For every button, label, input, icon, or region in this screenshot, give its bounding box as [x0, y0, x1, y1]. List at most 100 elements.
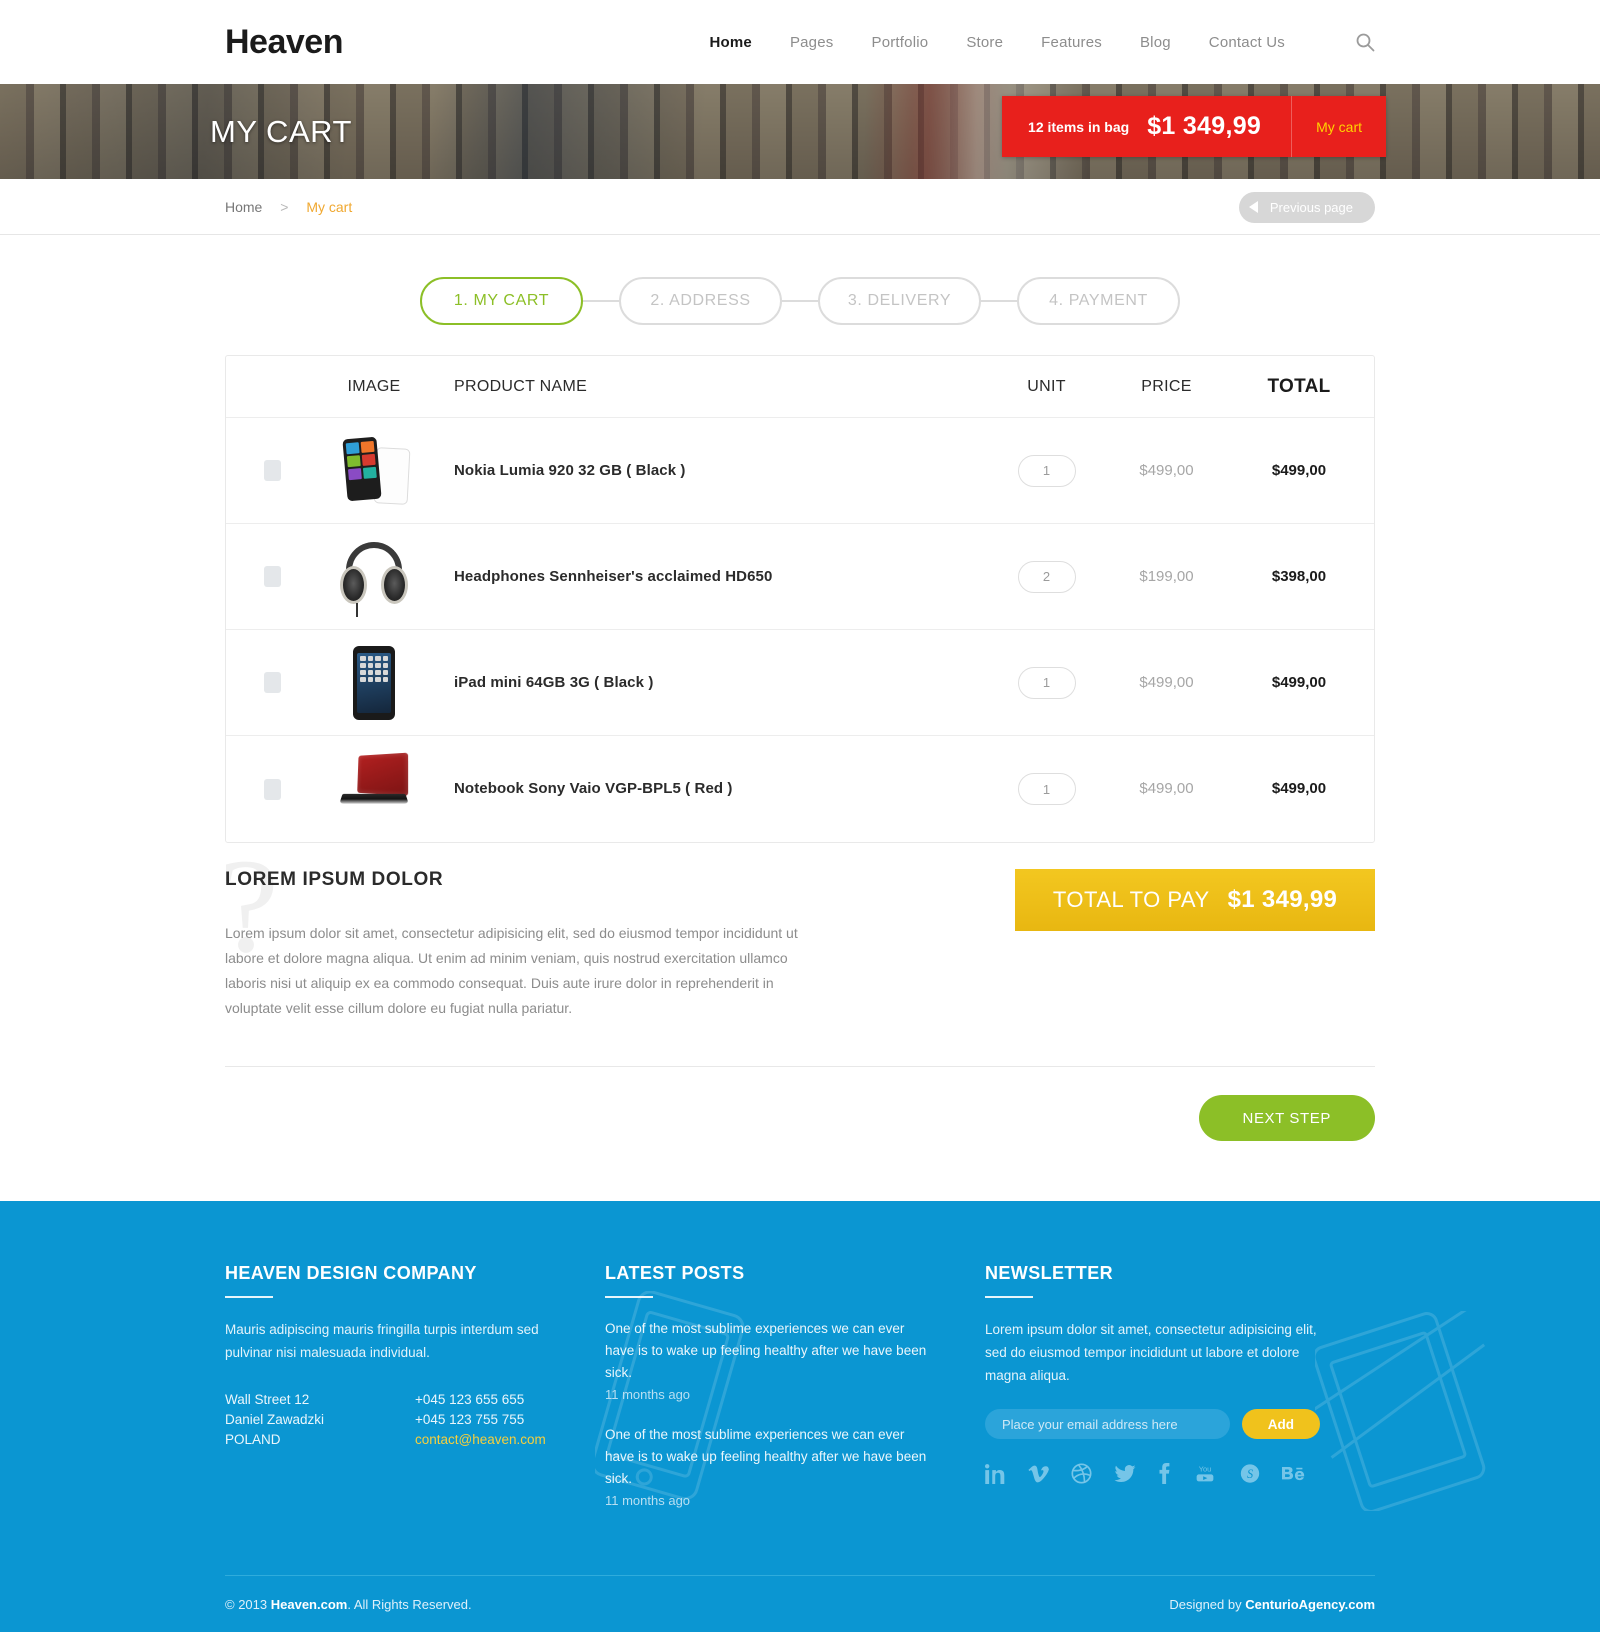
product-name: iPad mini 64GB 3G ( Black ): [454, 673, 654, 691]
header-price: PRICE: [1141, 377, 1192, 395]
designer-brand-link[interactable]: CenturioAgency.com: [1245, 1597, 1375, 1612]
heading-underline: [605, 1296, 653, 1298]
youtube-icon[interactable]: You: [1192, 1463, 1218, 1484]
copyright-prefix: © 2013: [225, 1596, 271, 1612]
header-product-name: PRODUCT NAME: [454, 377, 588, 395]
breadcrumb-current: My cart: [306, 199, 353, 215]
main-navigation: Home Pages Portfolio Store Features Blog…: [709, 32, 1375, 52]
quantity-stepper[interactable]: 2: [1017, 560, 1076, 593]
header-total: TOTAL: [1267, 375, 1331, 397]
address-line-3: POLAND: [225, 1432, 281, 1447]
step-connector: [782, 300, 818, 302]
footer-newsletter-column: NEWSLETTER Lorem ipsum dolor sit amet, c…: [985, 1263, 1375, 1530]
step-address[interactable]: 2. ADDRESS: [619, 277, 782, 325]
linkedin-icon[interactable]: [985, 1463, 1006, 1484]
breadcrumb-separator: >: [280, 199, 289, 215]
footer-company-text: Mauris adipiscing mauris fringilla turpi…: [225, 1322, 539, 1360]
facebook-icon[interactable]: [1158, 1463, 1171, 1484]
dribbble-icon[interactable]: [1071, 1463, 1092, 1484]
cart-items-count: 12 items in bag: [1028, 118, 1130, 135]
cart-table: IMAGE PRODUCT NAME UNIT PRICE TOTAL Noki…: [225, 355, 1375, 843]
ipad-mini-thumb: [337, 644, 411, 722]
social-links: You S: [985, 1463, 1320, 1484]
phone-1: +045 123 655 655: [415, 1392, 525, 1407]
site-logo[interactable]: Heaven: [225, 23, 343, 62]
copyright-text: © 2013 Heaven.com. All Rights Reserved.: [225, 1597, 472, 1612]
cart-summary-section: ? LOREM IPSUM DOLOR Lorem ipsum dolor si…: [219, 832, 1375, 1021]
post-text: One of the most sublime experiences we c…: [605, 1427, 927, 1486]
next-step-button[interactable]: NEXT STEP: [1198, 1095, 1375, 1141]
step-delivery[interactable]: 3. DELIVERY: [818, 277, 981, 325]
footer-company-heading: HEAVEN DESIGN COMPANY: [225, 1263, 477, 1283]
row-checkbox[interactable]: [263, 778, 281, 800]
copyright-brand[interactable]: Heaven.com: [271, 1597, 348, 1612]
product-name: Nokia Lumia 920 32 GB ( Black ): [454, 461, 686, 479]
nav-item-home[interactable]: Home: [709, 34, 751, 51]
sony-vaio-thumb: [337, 750, 411, 828]
designed-by-text: Designed by CenturioAgency.com: [1169, 1597, 1375, 1612]
address-line-1: Wall Street 12: [225, 1392, 310, 1407]
twitter-icon[interactable]: [1113, 1463, 1137, 1484]
footer-posts-heading: LATEST POSTS: [605, 1263, 745, 1283]
breadcrumb-bar: Home > My cart Previous page: [0, 179, 1600, 235]
skype-icon[interactable]: S: [1239, 1463, 1261, 1484]
table-row: iPad mini 64GB 3G ( Black ) 1 $499,00 $4…: [226, 630, 1374, 736]
svg-text:You: You: [1199, 1465, 1212, 1474]
table-row: Notebook Sony Vaio VGP-BPL5 ( Red ) 1 $4…: [226, 736, 1374, 842]
row-total: $499,00: [1271, 461, 1327, 479]
phone-2: +045 123 755 755: [415, 1412, 525, 1427]
nav-item-pages[interactable]: Pages: [790, 34, 834, 51]
nav-item-store[interactable]: Store: [966, 34, 1003, 51]
nokia-lumia-thumb: [337, 432, 411, 510]
quantity-stepper[interactable]: 1: [1017, 454, 1076, 487]
cart-amount: $1 349,99: [1147, 112, 1262, 140]
address-line-2: Daniel Zawadzki: [225, 1412, 325, 1427]
copyright-bar: © 2013 Heaven.com. All Rights Reserved. …: [225, 1576, 1375, 1632]
vimeo-icon[interactable]: [1027, 1463, 1050, 1484]
row-total: $499,00: [1271, 780, 1327, 797]
total-to-pay-label: TOTAL TO PAY: [1052, 887, 1210, 912]
table-row: Nokia Lumia 920 32 GB ( Black ) 1 $499,0…: [226, 418, 1374, 524]
search-icon[interactable]: [1355, 32, 1375, 52]
breadcrumb-home[interactable]: Home: [225, 199, 262, 215]
step-payment[interactable]: 4. PAYMENT: [1017, 277, 1180, 325]
cart-summary-widget[interactable]: 12 items in bag $1 349,99 My cart: [1002, 96, 1386, 157]
page-title: MY CART: [210, 113, 352, 149]
list-item[interactable]: One of the most sublime experiences we c…: [605, 1424, 930, 1508]
nav-item-portfolio[interactable]: Portfolio: [871, 34, 928, 51]
designed-prefix: Designed by: [1169, 1596, 1246, 1612]
footer-company-column: HEAVEN DESIGN COMPANY Mauris adipiscing …: [225, 1263, 605, 1530]
nav-item-features[interactable]: Features: [1041, 34, 1102, 51]
heading-underline: [225, 1296, 273, 1298]
product-name: Notebook Sony Vaio VGP-BPL5 ( Red ): [454, 780, 733, 797]
table-row: Headphones Sennheiser's acclaimed HD650 …: [226, 524, 1374, 630]
behance-icon[interactable]: [1282, 1463, 1306, 1484]
my-cart-link[interactable]: My cart: [1291, 96, 1386, 157]
previous-page-label: Previous page: [1269, 199, 1353, 215]
footer-newsletter-heading: NEWSLETTER: [985, 1263, 1113, 1283]
footer-newsletter-text: Lorem ipsum dolor sit amet, consectetur …: [985, 1322, 1317, 1383]
header-image: IMAGE: [347, 377, 401, 395]
newsletter-add-button[interactable]: Add: [1241, 1409, 1320, 1439]
row-checkbox[interactable]: [263, 460, 281, 481]
list-item[interactable]: One of the most sublime experiences we c…: [605, 1318, 930, 1402]
contact-email-link[interactable]: contact@heaven.com: [415, 1430, 546, 1450]
row-total: $499,00: [1271, 673, 1327, 691]
step-connector: [583, 300, 619, 302]
newsletter-email-input[interactable]: [985, 1409, 1230, 1439]
row-checkbox[interactable]: [263, 566, 281, 587]
nav-item-blog[interactable]: Blog: [1140, 34, 1171, 51]
row-checkbox[interactable]: [263, 672, 281, 693]
summary-heading: LOREM IPSUM DOLOR: [225, 869, 444, 890]
quantity-stepper[interactable]: 1: [1017, 773, 1076, 805]
previous-page-button[interactable]: Previous page: [1238, 191, 1375, 223]
unit-price: $199,00: [1139, 567, 1194, 585]
checkout-steps: 1. MY CART 2. ADDRESS 3. DELIVERY 4. PAY…: [225, 235, 1375, 355]
nav-item-contact-us[interactable]: Contact Us: [1209, 34, 1285, 51]
quantity-stepper[interactable]: 1: [1017, 666, 1076, 699]
unit-price: $499,00: [1139, 461, 1194, 479]
breadcrumb: Home > My cart: [225, 199, 352, 215]
step-my-cart[interactable]: 1. MY CART: [420, 277, 583, 325]
header-unit: UNIT: [1027, 377, 1066, 395]
arrow-left-icon: [1248, 201, 1258, 213]
